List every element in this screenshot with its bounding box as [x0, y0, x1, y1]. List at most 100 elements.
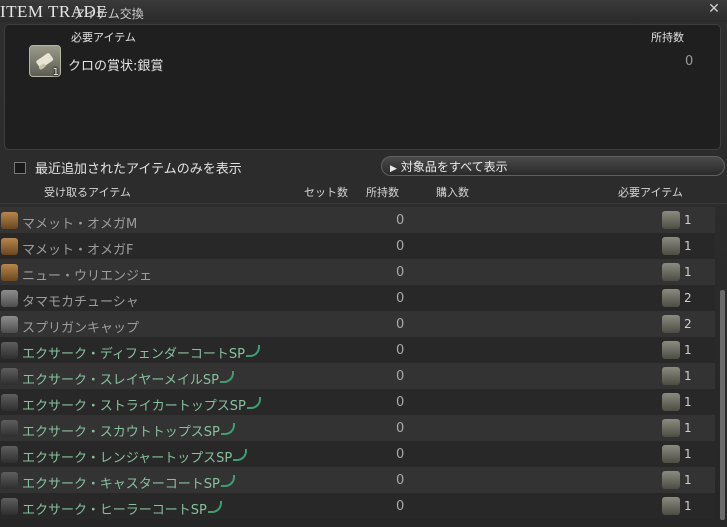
item-owned: 0 [396, 343, 405, 358]
list-item[interactable]: ニュー・ウリエンジェ 0 1 [0, 259, 715, 285]
window-subtitle: アイテム交換 [73, 7, 144, 21]
certificate-scroll-icon [662, 471, 680, 489]
list-item[interactable]: タマモカチューシャ 0 2 [0, 285, 715, 311]
item-owned: 0 [396, 499, 405, 514]
required-item-name: クロの賞状:銀賞 [68, 59, 164, 74]
item-owned: 0 [396, 395, 405, 410]
item-required-qty: 1 [684, 239, 692, 253]
body-armor-icon [1, 420, 18, 437]
certificate-scroll-icon [662, 419, 680, 437]
item-name: エクサーク・ストライカートップスSP [22, 395, 261, 414]
item-owned: 0 [396, 265, 405, 280]
body-armor-icon [1, 342, 18, 359]
required-item-owned: 0 [685, 54, 694, 69]
sp-mark-icon [245, 345, 260, 357]
certificate-scroll-icon [662, 445, 680, 463]
header-divider [0, 203, 727, 204]
body-armor-icon [1, 498, 18, 515]
recent-only-filter[interactable]: 最近追加されたアイテムのみを表示 [14, 158, 242, 177]
required-item-panel: 必要アイテム 所持数 1 クロの賞状:銀賞 0 [4, 24, 721, 150]
list-item[interactable]: エクサーク・スカウトトップスSP 0 1 [0, 415, 715, 441]
item-list: マメット・オメガM 0 1 マメット・オメガF 0 1 ニュー・ウリエンジェ 0… [0, 207, 715, 519]
list-item[interactable]: スプリガンキャップ 0 2 [0, 311, 715, 337]
item-required-qty: 1 [684, 265, 692, 279]
certificate-scroll-icon [662, 497, 680, 515]
item-name: エクサーク・ヒーラーコートSP [22, 499, 222, 518]
col-required: 必要アイテム [618, 186, 683, 199]
item-owned: 0 [396, 291, 405, 306]
item-trade-window: ITEM TRADE アイテム交換 ✕ 必要アイテム 所持数 1 クロの賞状:銀… [0, 0, 727, 527]
item-name: マメット・オメガF [22, 243, 134, 258]
certificate-scroll-icon [662, 263, 680, 281]
item-name: エクサーク・ディフェンダーコートSP [22, 343, 260, 362]
required-item-qty: 1 [52, 67, 59, 78]
headgear-icon [1, 316, 18, 333]
certificate-scroll-icon [662, 393, 680, 411]
sp-mark-icon [220, 475, 235, 487]
item-required-qty: 1 [684, 421, 692, 435]
item-required-qty: 1 [684, 343, 692, 357]
close-icon[interactable]: ✕ [704, 0, 724, 18]
item-owned: 0 [396, 239, 405, 254]
item-name-text: エクサーク・スカウトトップスSP [22, 425, 220, 440]
certificate-scroll-icon [662, 211, 680, 229]
list-item[interactable]: エクサーク・ヒーラーコートSP 0 1 [0, 493, 715, 519]
certificate-scroll-icon [662, 237, 680, 255]
headgear-icon [1, 290, 18, 307]
body-armor-icon [1, 394, 18, 411]
col-owned: 所持数 [366, 186, 399, 199]
body-armor-icon [1, 446, 18, 463]
list-item[interactable]: エクサーク・ストライカートップスSP 0 1 [0, 389, 715, 415]
required-item-header: 必要アイテム [71, 31, 136, 44]
certificate-scroll-icon [662, 289, 680, 307]
sp-mark-icon [246, 397, 261, 409]
list-scrollbar[interactable] [720, 290, 725, 520]
show-all-button[interactable]: ▶ 対象品をすべて表示 [381, 156, 725, 176]
col-purchase: 購入数 [436, 186, 469, 199]
recent-only-checkbox[interactable] [14, 162, 26, 174]
col-receive-item: 受け取るアイテム [44, 186, 131, 199]
title-bar[interactable]: ITEM TRADE アイテム交換 ✕ [0, 0, 727, 22]
body-armor-icon [1, 368, 18, 385]
item-required-qty: 1 [684, 447, 692, 461]
owned-count-header: 所持数 [651, 31, 684, 44]
item-owned: 0 [396, 317, 405, 332]
item-name-text: エクサーク・レンジャートップスSP [22, 451, 233, 466]
col-sets: セット数 [304, 186, 348, 199]
item-name-text: エクサーク・スレイヤーメイルSP [22, 373, 219, 388]
item-owned: 0 [396, 369, 405, 384]
body-armor-icon [1, 472, 18, 489]
list-item[interactable]: エクサーク・レンジャートップスSP 0 1 [0, 441, 715, 467]
recent-only-label: 最近追加されたアイテムのみを表示 [35, 162, 242, 177]
sp-mark-icon [207, 501, 222, 513]
certificate-scroll-icon[interactable]: 1 [29, 45, 61, 78]
item-required-qty: 1 [684, 499, 692, 513]
item-name: ニュー・ウリエンジェ [22, 269, 153, 284]
show-all-label: 対象品をすべて表示 [400, 160, 508, 174]
item-name: タマモカチューシャ [22, 295, 139, 310]
list-item[interactable]: エクサーク・キャスターコートSP 0 1 [0, 467, 715, 493]
item-name-text: エクサーク・ストライカートップスSP [22, 399, 246, 414]
item-name: エクサーク・キャスターコートSP [22, 473, 235, 492]
list-item[interactable]: エクサーク・スレイヤーメイルSP 0 1 [0, 363, 715, 389]
item-required-qty: 1 [684, 369, 692, 383]
item-name-text: エクサーク・ディフェンダーコートSP [22, 347, 245, 362]
list-item[interactable]: エクサーク・ディフェンダーコートSP 0 1 [0, 337, 715, 363]
play-triangle-icon: ▶ [390, 164, 397, 174]
list-item[interactable]: マメット・オメガM 0 1 [0, 207, 715, 233]
item-required-qty: 2 [684, 317, 692, 331]
minion-icon [1, 238, 18, 255]
item-owned: 0 [396, 421, 405, 436]
certificate-scroll-icon [662, 367, 680, 385]
item-required-qty: 1 [684, 395, 692, 409]
item-owned: 0 [396, 213, 405, 228]
sp-mark-icon [233, 449, 248, 461]
item-name: エクサーク・スレイヤーメイルSP [22, 369, 234, 388]
sp-mark-icon [219, 371, 234, 383]
item-name: エクサーク・スカウトトップスSP [22, 421, 235, 440]
list-item[interactable]: マメット・オメガF 0 1 [0, 233, 715, 259]
item-required-qty: 1 [684, 213, 692, 227]
item-owned: 0 [396, 447, 405, 462]
item-name-text: エクサーク・ヒーラーコートSP [22, 503, 207, 518]
certificate-scroll-icon [662, 315, 680, 333]
